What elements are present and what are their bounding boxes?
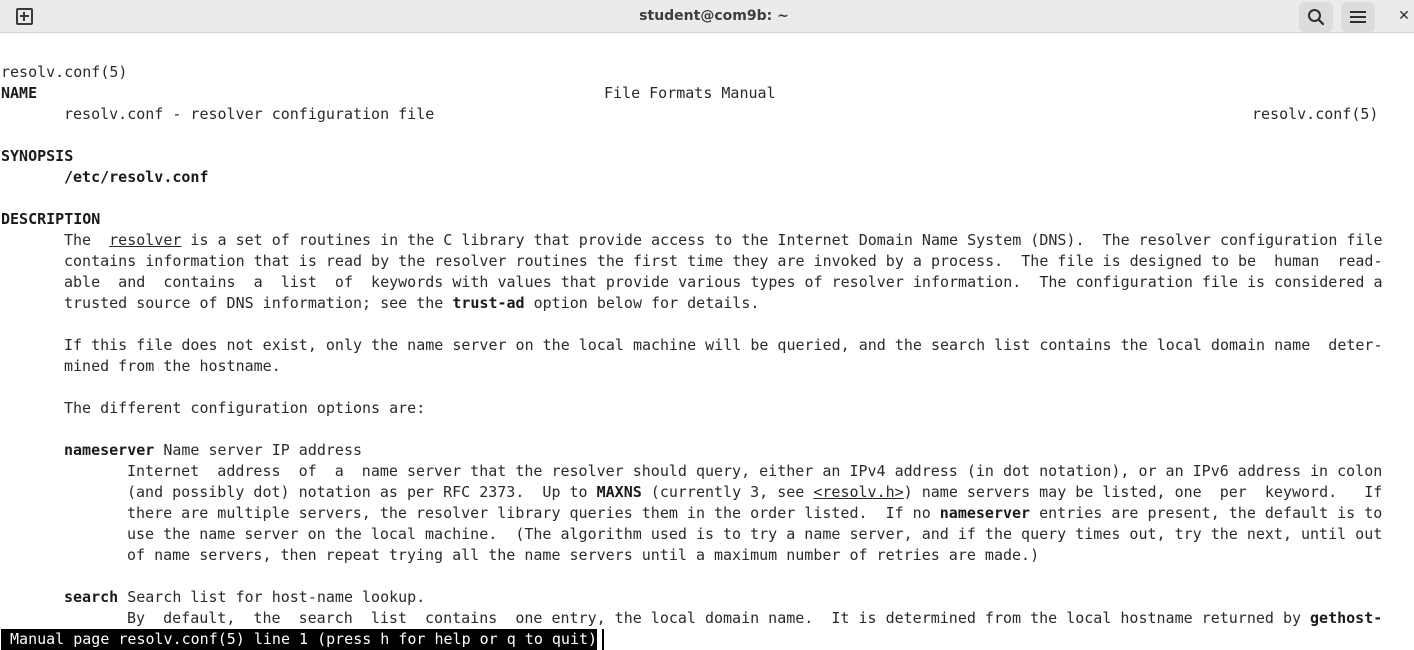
man-header-right: resolv.conf(5)	[1252, 105, 1379, 123]
description-line: able and contains a list of keywords wit…	[64, 273, 1383, 291]
search-icon	[1308, 8, 1325, 25]
section-heading-synopsis: SYNOPSIS	[1, 147, 74, 165]
terminal-content[interactable]: resolv.conf(5) File Formats Manual resol…	[0, 41, 1414, 650]
description-line: mined from the hostname.	[64, 357, 281, 375]
search-button[interactable]	[1298, 0, 1334, 32]
description-line: The different configuration options are:	[64, 399, 426, 417]
resolver-link: resolver	[109, 231, 182, 249]
terminal-cursor	[602, 629, 604, 650]
description-line: The resolver is a set of routines in the…	[64, 231, 1383, 249]
section-heading-name: NAME	[1, 84, 38, 102]
trust-ad-keyword: trust-ad	[452, 294, 525, 312]
hamburger-menu-icon	[1350, 10, 1366, 23]
description-line: contains information that is read by the…	[64, 252, 1383, 270]
pager-status-line: Manual page resolv.conf(5) line 1 (press…	[1, 629, 598, 650]
title-bar: student@com9b: ~ ✕	[0, 0, 1414, 33]
close-button[interactable]: ✕	[1394, 0, 1414, 32]
close-icon: ✕	[1398, 8, 1410, 24]
name-text: resolv.conf - resolver configuration fil…	[64, 105, 435, 123]
gethostname-keyword: gethost-	[1310, 609, 1383, 627]
terminal-window: student@com9b: ~ ✕ resolv.conf(5) File F…	[0, 0, 1414, 650]
man-header-center: File Formats Manual	[604, 84, 776, 102]
menu-button[interactable]	[1340, 0, 1376, 32]
nameserver-keyword: nameserver	[64, 441, 155, 459]
maxns-keyword: MAXNS	[596, 483, 642, 501]
man-header-left: resolv.conf(5)	[1, 63, 128, 81]
man-header: resolv.conf(5) File Formats Manual resol…	[1, 41, 1413, 123]
resolv-h-link: <resolv.h>	[813, 483, 904, 501]
description-line: If this file does not exist, only the na…	[64, 336, 1383, 354]
option-search-title: search Search list for host-name lookup.	[64, 588, 426, 606]
option-body-line: of name servers, then repeat trying all …	[127, 546, 1040, 564]
search-keyword: search	[64, 588, 119, 606]
synopsis-path: /etc/resolv.conf	[64, 168, 209, 186]
option-body-line: Internet address of a name server that t…	[127, 462, 1383, 480]
option-nameserver-title: nameserver Name server IP address	[64, 441, 363, 459]
option-body-line: By default, the search list contains one…	[127, 609, 1383, 627]
option-body-line: there are multiple servers, the resolver…	[127, 504, 1383, 522]
option-body-line: use the name server on the local machine…	[127, 525, 1383, 543]
nameserver-keyword: nameserver	[939, 504, 1031, 522]
description-line: trusted source of DNS information; see t…	[64, 294, 760, 312]
option-body-line: (and possibly dot) notation as per RFC 2…	[127, 483, 1383, 501]
window-title: student@com9b: ~	[639, 8, 789, 24]
section-heading-description: DESCRIPTION	[1, 210, 101, 228]
